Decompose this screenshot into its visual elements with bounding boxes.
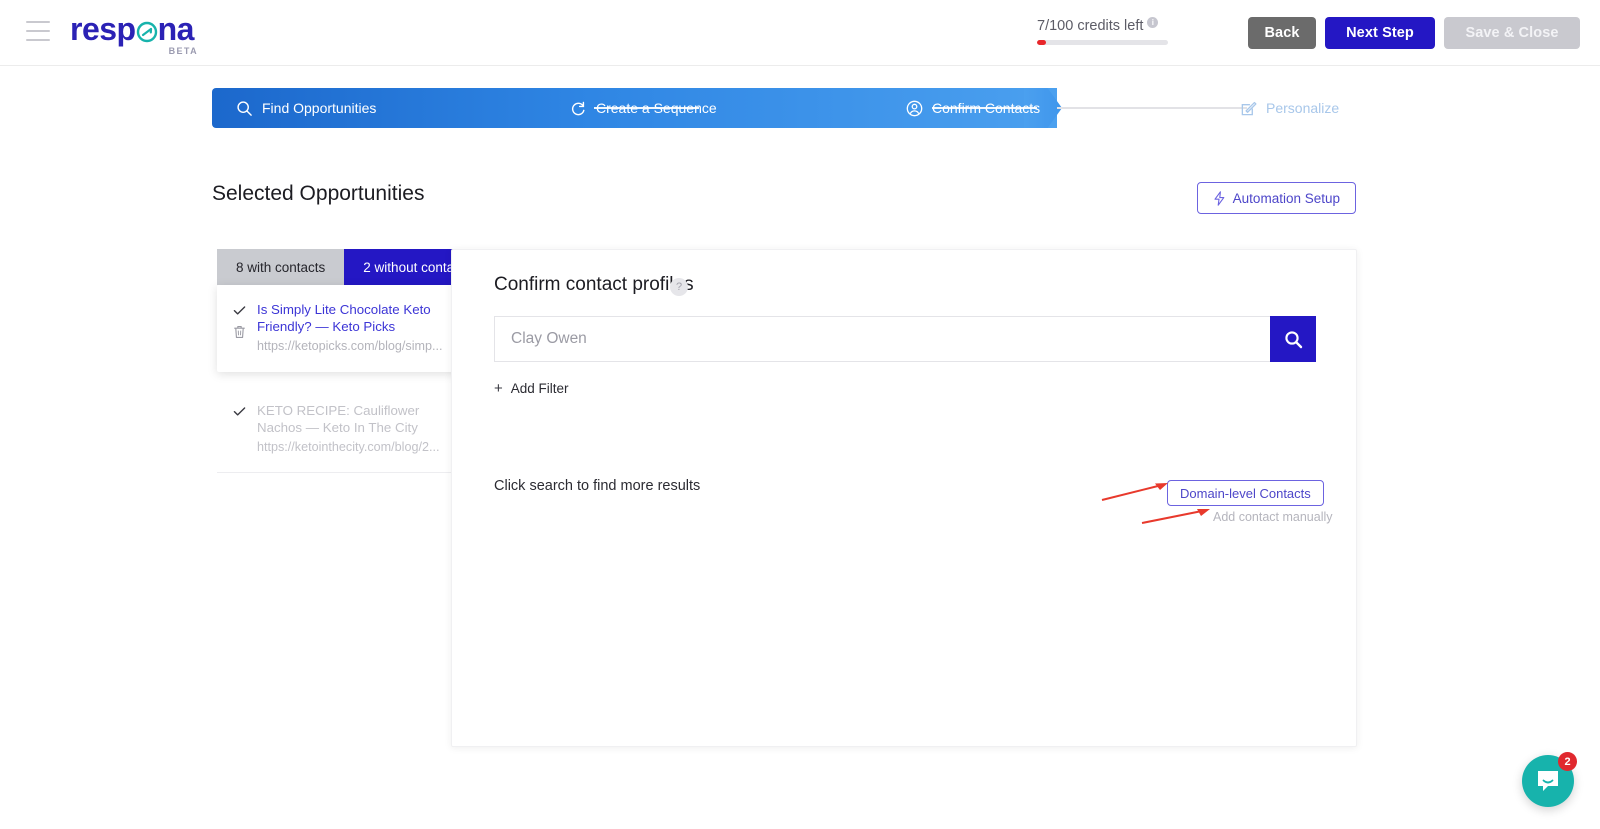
hamburger-line	[26, 30, 50, 32]
info-icon[interactable]: i	[1147, 17, 1159, 28]
user-circle-icon	[906, 100, 923, 116]
plus-icon: +	[494, 380, 503, 397]
opportunity-card-inactive[interactable]: KETO RECIPE: Cauliflower Nachos — Keto I…	[217, 393, 461, 473]
tab-with-contacts[interactable]: 8 with contacts	[217, 249, 345, 285]
stepper-item-confirm-contacts[interactable]: Confirm Contacts	[906, 88, 1040, 128]
back-button[interactable]: Back	[1248, 17, 1316, 49]
stepper-label: Personalize	[1266, 100, 1340, 116]
stepper-item-find-opportunities[interactable]: Find Opportunities	[236, 88, 376, 128]
stepper-connector-3	[1057, 107, 1247, 109]
top-bar: resp na BETA 7/100 credits left i Back Nex…	[0, 0, 1600, 66]
progress-stepper: Find Opportunities Create a Sequence Con…	[212, 88, 1356, 128]
automation-setup-button[interactable]: Automation Setup	[1196, 182, 1356, 214]
opportunity-title[interactable]: Is Simply Lite Chocolate Keto Friendly? …	[257, 302, 445, 335]
opportunity-actions	[233, 403, 257, 454]
logo-wordmark: resp na	[70, 12, 200, 46]
stepper-label: Find Opportunities	[262, 100, 377, 116]
logo-beta-badge: BETA	[168, 46, 198, 56]
lightning-bolt-icon	[1214, 190, 1225, 206]
add-contact-manually-link[interactable]: Add contact manually	[1213, 510, 1333, 524]
credits-progress-fill	[1037, 40, 1047, 45]
stepper-label: Confirm Contacts	[932, 100, 1041, 116]
logo-text-part-2: na	[157, 11, 195, 47]
add-filter-label: Add Filter	[510, 381, 569, 396]
opportunity-content: KETO RECIPE: Cauliflower Nachos — Keto I…	[257, 403, 445, 454]
refresh-icon	[571, 101, 585, 115]
panel-title: Confirm contact profiles	[494, 274, 694, 295]
credits-indicator: 7/100 credits left i	[1037, 17, 1217, 45]
contact-search-group	[494, 316, 1316, 362]
hamburger-icon[interactable]	[26, 21, 50, 41]
save-and-close-button[interactable]: Save & Close	[1444, 17, 1580, 49]
contact-search-button[interactable]	[1270, 316, 1316, 362]
search-icon	[1284, 330, 1302, 348]
stepper-label: Create a Sequence	[596, 100, 717, 116]
hamburger-line	[26, 39, 50, 41]
credits-label: 7/100 credits left	[1037, 18, 1144, 34]
logo-refresh-icon	[136, 21, 158, 43]
page-title: Selected Opportunities	[212, 182, 425, 205]
opportunity-card-selected[interactable]: Is Simply Lite Chocolate Keto Friendly? …	[217, 285, 461, 372]
credits-row: 7/100 credits left i	[1037, 17, 1217, 34]
next-step-button[interactable]: Next Step	[1325, 17, 1435, 49]
domain-level-contacts-button[interactable]: Domain-level Contacts	[1167, 480, 1324, 506]
opportunity-actions	[233, 302, 257, 353]
chat-bubble-icon	[1538, 771, 1558, 791]
chat-widget-button[interactable]: 2	[1522, 752, 1577, 807]
question-mark-icon[interactable]: ?	[670, 278, 688, 296]
confirm-contacts-panel: Confirm contact profiles ? + Add Filter …	[451, 249, 1357, 747]
logo-text-part-1: resp	[70, 11, 136, 47]
opportunity-row: Is Simply Lite Chocolate Keto Friendly? …	[233, 302, 445, 353]
credits-progress-track	[1037, 40, 1168, 45]
edit-square-icon	[1241, 101, 1257, 115]
contact-search-input[interactable]	[494, 316, 1270, 362]
opportunity-title[interactable]: KETO RECIPE: Cauliflower Nachos — Keto I…	[257, 403, 445, 436]
search-icon	[237, 100, 252, 116]
opportunity-url: https://ketointhecity.com/blog/2...	[257, 440, 440, 454]
automation-setup-label: Automation Setup	[1232, 190, 1340, 206]
opportunity-url: https://ketopicks.com/blog/simp...	[257, 339, 443, 353]
contacts-tab-group: 8 with contacts 2 without contacts	[217, 249, 491, 285]
opportunity-content: Is Simply Lite Chocolate Keto Friendly? …	[257, 302, 445, 353]
check-icon[interactable]	[233, 405, 246, 418]
empty-state-message: Click search to find more results	[494, 478, 701, 494]
respona-logo[interactable]: resp na BETA	[70, 12, 200, 56]
add-filter-button[interactable]: + Add Filter	[494, 381, 569, 396]
stepper-item-create-a-sequence[interactable]: Create a Sequence	[570, 88, 717, 128]
chat-unread-badge: 2	[1558, 752, 1577, 771]
check-icon[interactable]	[233, 304, 246, 317]
opportunity-row: KETO RECIPE: Cauliflower Nachos — Keto I…	[233, 403, 445, 454]
hamburger-line	[26, 21, 50, 23]
trash-icon[interactable]	[233, 325, 246, 339]
stepper-item-personalize[interactable]: Personalize	[1240, 88, 1339, 128]
